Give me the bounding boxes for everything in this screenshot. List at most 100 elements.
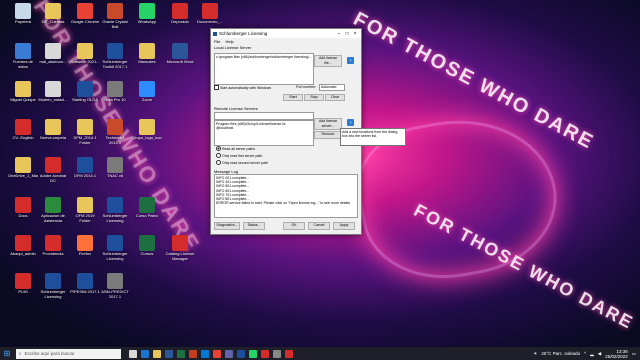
desktop-icon[interactable]: Nueva carpeta <box>38 118 68 152</box>
minimize-icon[interactable]: – <box>335 31 343 37</box>
app-icon <box>45 273 61 289</box>
desktop-icon[interactable]: Miguel Quispe <box>8 80 38 114</box>
local-license-list[interactable]: c:\program files (x86)\schlumberger\schl… <box>214 53 314 85</box>
start-button[interactable]: Start <box>283 94 303 101</box>
desktop-icon[interactable]: Abaqui_admin <box>8 234 38 268</box>
desktop-icon[interactable]: mal_alacioon... <box>38 42 68 76</box>
desktop-icon[interactable]: Manuales <box>132 42 162 76</box>
desktop-icon[interactable]: Modelo_estaci... <box>38 80 68 114</box>
windows-start-icon[interactable]: ⊞ <box>0 347 14 360</box>
desktop-icon[interactable]: Microsoft Word <box>165 42 195 76</box>
status-button[interactable]: Status... <box>243 222 265 230</box>
menu-file[interactable]: File <box>214 39 220 44</box>
desktop-icon[interactable]: OneDrive_1_Manual... <box>8 156 38 190</box>
whatsapp-icon[interactable] <box>249 349 257 358</box>
message-log[interactable]: INFO 001.complete... INFO 401.complete..… <box>214 174 358 218</box>
desktop-icon-label: OneDrive_1_Manual... <box>8 173 38 178</box>
desktop-icon[interactable]: DE_Cuentas <box>38 2 68 36</box>
schlumberger-icon[interactable] <box>237 349 245 358</box>
edge-icon[interactable] <box>141 349 149 358</box>
volume-icon[interactable]: ◀ <box>598 351 601 357</box>
desktop-icon[interactable]: Zoom <box>132 80 162 114</box>
app-icon <box>107 157 123 173</box>
desktop-icon[interactable]: Docs <box>8 196 38 230</box>
desktop-icon-label: Software 2021... <box>70 59 100 64</box>
app-icon <box>172 235 188 251</box>
help-icon[interactable]: ? <box>347 119 354 126</box>
desktop-icon[interactable]: Depurado <box>165 2 195 36</box>
start-auto-checkbox[interactable]: Start automatically with Windows <box>214 85 271 90</box>
acrobat-icon[interactable] <box>261 349 269 358</box>
desktop-icon[interactable]: Technodyll 2013.1 <box>100 118 130 152</box>
desktop-icon[interactable]: Google Chrome <box>70 2 100 36</box>
clock[interactable]: 13:36 25/02/2022 <box>605 349 628 359</box>
task-view-icon[interactable] <box>129 349 137 358</box>
radio-read-second[interactable]: Only read second server path <box>216 160 268 165</box>
radio-read-first[interactable]: Only read first server path <box>216 153 262 158</box>
taskbar-search[interactable]: ⌕ Escribe aquí para buscar <box>16 348 121 359</box>
network-icon[interactable]: ▂ <box>590 351 593 357</box>
desktop-icon[interactable]: Adobe Acrobat DC <box>38 156 68 190</box>
pdf-icon[interactable] <box>285 349 293 358</box>
desktop-icon[interactable]: Schlumberger Licensing 2017.1 <box>38 272 68 306</box>
desktop-icon[interactable]: Fuentes de datos <box>8 42 38 76</box>
remote-license-list[interactable]: Program files (x86)\Group\License\licens… <box>214 120 314 146</box>
outlook-icon[interactable] <box>201 349 209 358</box>
desktop-icon[interactable]: Schlumberger Toolkit 2017.1 <box>100 42 130 76</box>
desktop-icon[interactable]: ASM-PREDICT 2017.1 <box>100 272 130 306</box>
desktop-icon[interactable]: Aplicacion de Asistencia Linea... <box>38 196 68 230</box>
remove-button[interactable]: Remove <box>314 131 342 139</box>
desktop-icon[interactable]: WhatsApp <box>132 2 162 36</box>
notifications-icon[interactable]: ▭ <box>632 351 636 357</box>
help-icon[interactable]: ? <box>347 57 354 64</box>
apply-button[interactable]: Apply <box>333 222 355 230</box>
remote-server-input[interactable] <box>214 112 314 120</box>
cancel-button[interactable]: Cancel <box>308 222 330 230</box>
desktop-icon[interactable]: Papelera <box>8 2 38 36</box>
powerpoint-icon[interactable] <box>189 349 197 358</box>
desktop-icon[interactable]: Curso Paleo <box>132 196 162 230</box>
port-input[interactable]: Automatic <box>319 84 345 91</box>
settings-icon[interactable] <box>273 349 281 358</box>
diagnostics-button[interactable]: Diagnostics... <box>214 222 240 230</box>
weather-icon[interactable]: ☀ <box>533 351 537 357</box>
desktop-icon[interactable]: Firefox <box>70 234 100 268</box>
file-explorer-icon[interactable] <box>153 349 161 358</box>
teams-icon[interactable] <box>225 349 233 358</box>
excel-icon[interactable] <box>177 349 185 358</box>
desktop-icon[interactable]: Oracle Crystal Ball <box>100 2 130 36</box>
desktop-icon[interactable]: Schlumberger Licensing 2017.1 <box>100 234 130 268</box>
desktop-icon[interactable]: PL50 <box>8 272 38 306</box>
desktop-icon-label: Manuales <box>138 59 156 64</box>
chevron-up-icon[interactable]: ^ <box>584 351 586 356</box>
clear-button[interactable]: Clear <box>325 94 345 101</box>
desktop-icon[interactable]: Nota Pro 10 <box>100 80 130 114</box>
desktop-icon[interactable]: OFM 2019 Folder <box>70 196 100 230</box>
desktop-icon[interactable]: CV- English <box>8 118 38 152</box>
add-license-server-button[interactable]: Add license server... <box>314 118 342 130</box>
desktop-icon[interactable]: Software 2021... <box>70 42 100 76</box>
stop-button[interactable]: Stop <box>304 94 324 101</box>
chrome-icon[interactable] <box>213 349 221 358</box>
ok-button[interactable]: OK <box>283 222 305 230</box>
menu-help[interactable]: Help <box>225 39 233 44</box>
desktop-icon[interactable]: Grupo_logo_icon <box>132 118 162 152</box>
search-icon: ⌕ <box>19 351 22 356</box>
desktop-icon[interactable]: DFM_2014.1 Folder <box>70 118 100 152</box>
desktop-icon[interactable]: OFM 2014.1 <box>70 156 100 190</box>
app-icon <box>172 3 188 19</box>
desktop-icon[interactable]: Catalog License Manager <box>165 234 195 268</box>
desktop-icon[interactable]: Cursos <box>132 234 162 268</box>
desktop-icon[interactable]: Schlumberger Licensing 2017.1 <box>100 196 130 230</box>
desktop-icon[interactable]: PIPESIM 2017.1 <box>70 272 100 306</box>
word-icon[interactable] <box>165 349 173 358</box>
desktop-icon[interactable]: Starting OLGA <box>70 80 100 114</box>
dialog-titlebar[interactable]: Schlumberger Licensing – □ × <box>211 29 361 38</box>
maximize-icon[interactable]: □ <box>343 31 351 37</box>
add-license-file-button[interactable]: Add license file... <box>314 55 342 67</box>
app-icon <box>202 3 218 19</box>
desktop-icon[interactable]: Providencia <box>38 234 68 268</box>
radio-read-all[interactable]: Read all server paths <box>216 146 255 151</box>
desktop-icon[interactable]: TNAC v6 <box>100 156 130 190</box>
close-icon[interactable]: × <box>351 31 359 37</box>
